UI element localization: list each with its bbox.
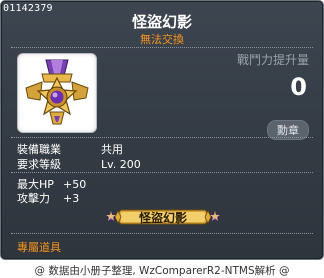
requirement-row-level: 要求等級 Lv. 200 (17, 156, 141, 172)
trade-restriction: 無法交換 (140, 33, 184, 46)
requirement-value: 共用 (101, 143, 123, 156)
stat-label: 攻擊力 (17, 192, 50, 205)
requirement-label: 裝備職業 (17, 143, 61, 156)
item-tooltip: 01142379 怪盜幻影 無法交換 戰鬥力提升量 0 勳章 裝備職業 共用 要… (0, 0, 324, 260)
item-icon-frame (17, 53, 97, 133)
requirement-label: 要求等級 (17, 158, 61, 171)
item-name: 怪盜幻影 (131, 13, 192, 31)
combat-power-value: 0 (290, 73, 307, 101)
combat-power-label: 戰鬥力提升量 (236, 53, 309, 67)
stat-value: +3 (63, 192, 80, 205)
requirement-row-job: 裝備職業 共用 (17, 141, 123, 157)
icon-divider (11, 137, 313, 138)
stats-divider (11, 233, 313, 234)
requirement-value: Lv. 200 (101, 158, 141, 171)
requirements-divider (11, 172, 313, 173)
header-divider (11, 47, 313, 48)
stat-row-attack: 攻擊力 +3 (17, 190, 79, 206)
exclusive-item-label: 專屬道具 (17, 241, 61, 254)
set-name-label: 怪盜幻影 (138, 211, 187, 225)
footer-credit: @ 数据由小册子整理, WzComparerR2-NTMS解析 @ (34, 265, 290, 277)
medal-icon (25, 59, 89, 125)
set-name-badge: 怪盜幻影 (105, 207, 221, 227)
